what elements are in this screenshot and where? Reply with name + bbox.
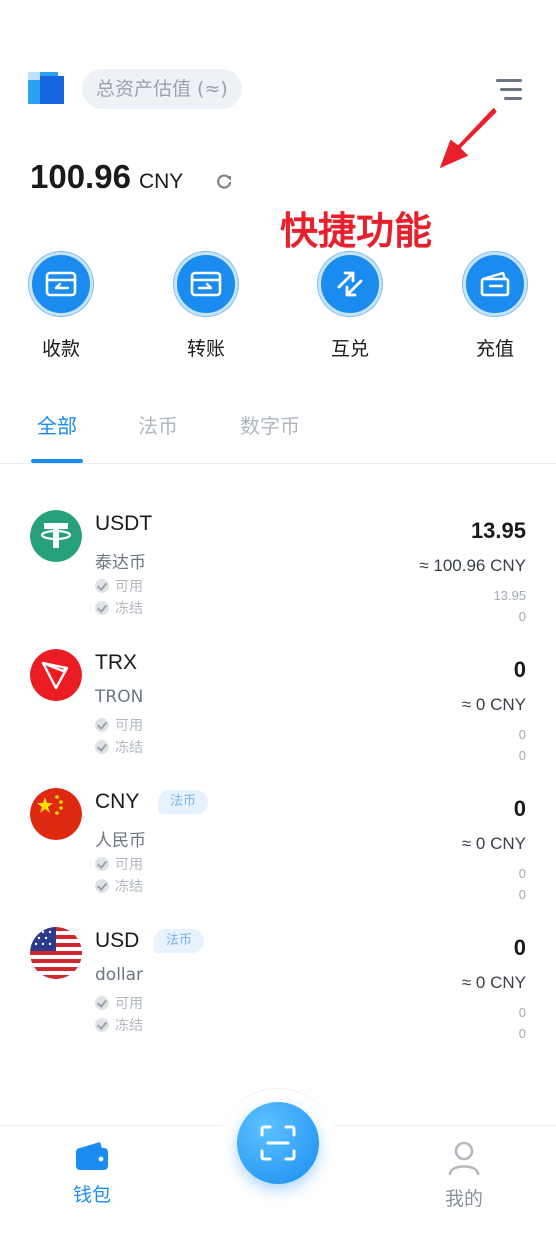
us-flag-icon (30, 927, 82, 979)
nav-wallet-label: 钱包 (72, 1184, 111, 1206)
total-estimate-label[interactable]: 总资产估值 (≈) (82, 69, 242, 109)
asset-row-cny[interactable]: CNY 法币 人民币 可用 冻结 0 ≈ 0 CNY 0 0 (0, 788, 556, 918)
available-status: 可用 (95, 854, 143, 874)
asset-amount: 0 (513, 935, 526, 960)
asset-value: ≈ 100.96 CNY (419, 556, 526, 575)
transfer-button[interactable]: 转账 (161, 252, 251, 361)
nav-wallet[interactable]: 钱包 (47, 1140, 137, 1207)
balance-amount: 100.96 (30, 158, 131, 195)
tab-all[interactable]: 全部 (37, 410, 77, 439)
tabs-divider (0, 463, 556, 464)
asset-frozen: 0 (518, 748, 526, 763)
usdt-icon (30, 510, 82, 562)
asset-amount: 13.95 (470, 518, 526, 543)
tab-crypto[interactable]: 数字币 (240, 410, 300, 439)
asset-row-trx[interactable]: TRX TRON 可用 冻结 0 ≈ 0 CNY 0 0 (0, 649, 556, 779)
asset-name: TRON (95, 687, 144, 707)
check-icon (95, 996, 109, 1010)
wallet-icon (76, 1142, 108, 1170)
app-logo (28, 72, 64, 104)
tron-icon (30, 649, 82, 701)
fiat-badge: 法币 (158, 790, 209, 814)
asset-symbol: USDT (95, 512, 153, 535)
asset-value: ≈ 0 CNY (461, 834, 526, 853)
exchange-icon (337, 271, 363, 297)
nav-profile-label: 我的 (444, 1188, 483, 1210)
available-status: 可用 (95, 993, 143, 1013)
menu-button[interactable] (492, 76, 524, 104)
receive-label: 收款 (41, 338, 80, 360)
available-status: 可用 (95, 576, 143, 596)
balance-currency: CNY (138, 170, 184, 193)
frozen-status: 冻结 (95, 737, 143, 757)
asset-frozen: 0 (518, 1026, 526, 1041)
asset-symbol: TRX (95, 651, 137, 674)
asset-row-usdt[interactable]: USDT 泰达币 可用 冻结 13.95 ≈ 100.96 CNY 13.95 … (0, 510, 556, 640)
asset-available: 0 (518, 866, 526, 881)
tab-fiat[interactable]: 法币 (138, 410, 178, 439)
asset-amount: 0 (513, 796, 526, 821)
check-icon (95, 579, 109, 593)
recharge-button[interactable]: 充值 (450, 252, 540, 361)
nav-profile[interactable]: 我的 (419, 1140, 509, 1211)
asset-symbol: CNY (95, 790, 140, 813)
total-balance: 100.96 CNY (30, 158, 183, 196)
red-arrow-annotation (432, 102, 502, 174)
exchange-label: 互兑 (330, 338, 369, 360)
frozen-status: 冻结 (95, 1015, 143, 1035)
asset-available: 0 (518, 1005, 526, 1020)
asset-name: 泰达币 (95, 553, 146, 573)
asset-available: 0 (518, 727, 526, 742)
menu-icon (496, 79, 522, 82)
recharge-icon (480, 271, 510, 297)
asset-row-usd[interactable]: USD 法币 dollar 可用 冻结 0 ≈ 0 CNY 0 0 (0, 927, 556, 1057)
asset-frozen: 0 (518, 887, 526, 902)
refresh-icon[interactable] (214, 172, 234, 192)
asset-value: ≈ 0 CNY (461, 973, 526, 992)
asset-frozen: 0 (518, 609, 526, 624)
receive-icon (45, 271, 77, 297)
check-icon (95, 718, 109, 732)
asset-symbol: USD (95, 929, 140, 952)
exchange-button[interactable]: 互兑 (305, 252, 395, 361)
asset-name: 人民币 (95, 831, 146, 851)
receive-button[interactable]: 收款 (16, 252, 106, 361)
check-icon (95, 879, 109, 893)
check-icon (95, 740, 109, 754)
asset-available: 13.95 (493, 588, 526, 603)
transfer-icon (190, 271, 222, 297)
recharge-label: 充值 (475, 338, 514, 360)
available-status: 可用 (95, 715, 143, 735)
asset-value: ≈ 0 CNY (461, 695, 526, 714)
frozen-status: 冻结 (95, 598, 143, 618)
transfer-label: 转账 (186, 338, 225, 360)
fiat-badge: 法币 (154, 929, 205, 953)
frozen-status: 冻结 (95, 876, 143, 896)
quick-functions-annotation: 快捷功能 (280, 209, 433, 253)
check-icon (95, 857, 109, 871)
scan-icon (260, 1125, 296, 1161)
asset-name: dollar (95, 965, 144, 985)
scan-button[interactable] (237, 1102, 319, 1184)
asset-amount: 0 (513, 657, 526, 682)
profile-icon (448, 1141, 480, 1176)
check-icon (95, 1018, 109, 1032)
china-flag-icon (30, 788, 82, 840)
check-icon (95, 601, 109, 615)
